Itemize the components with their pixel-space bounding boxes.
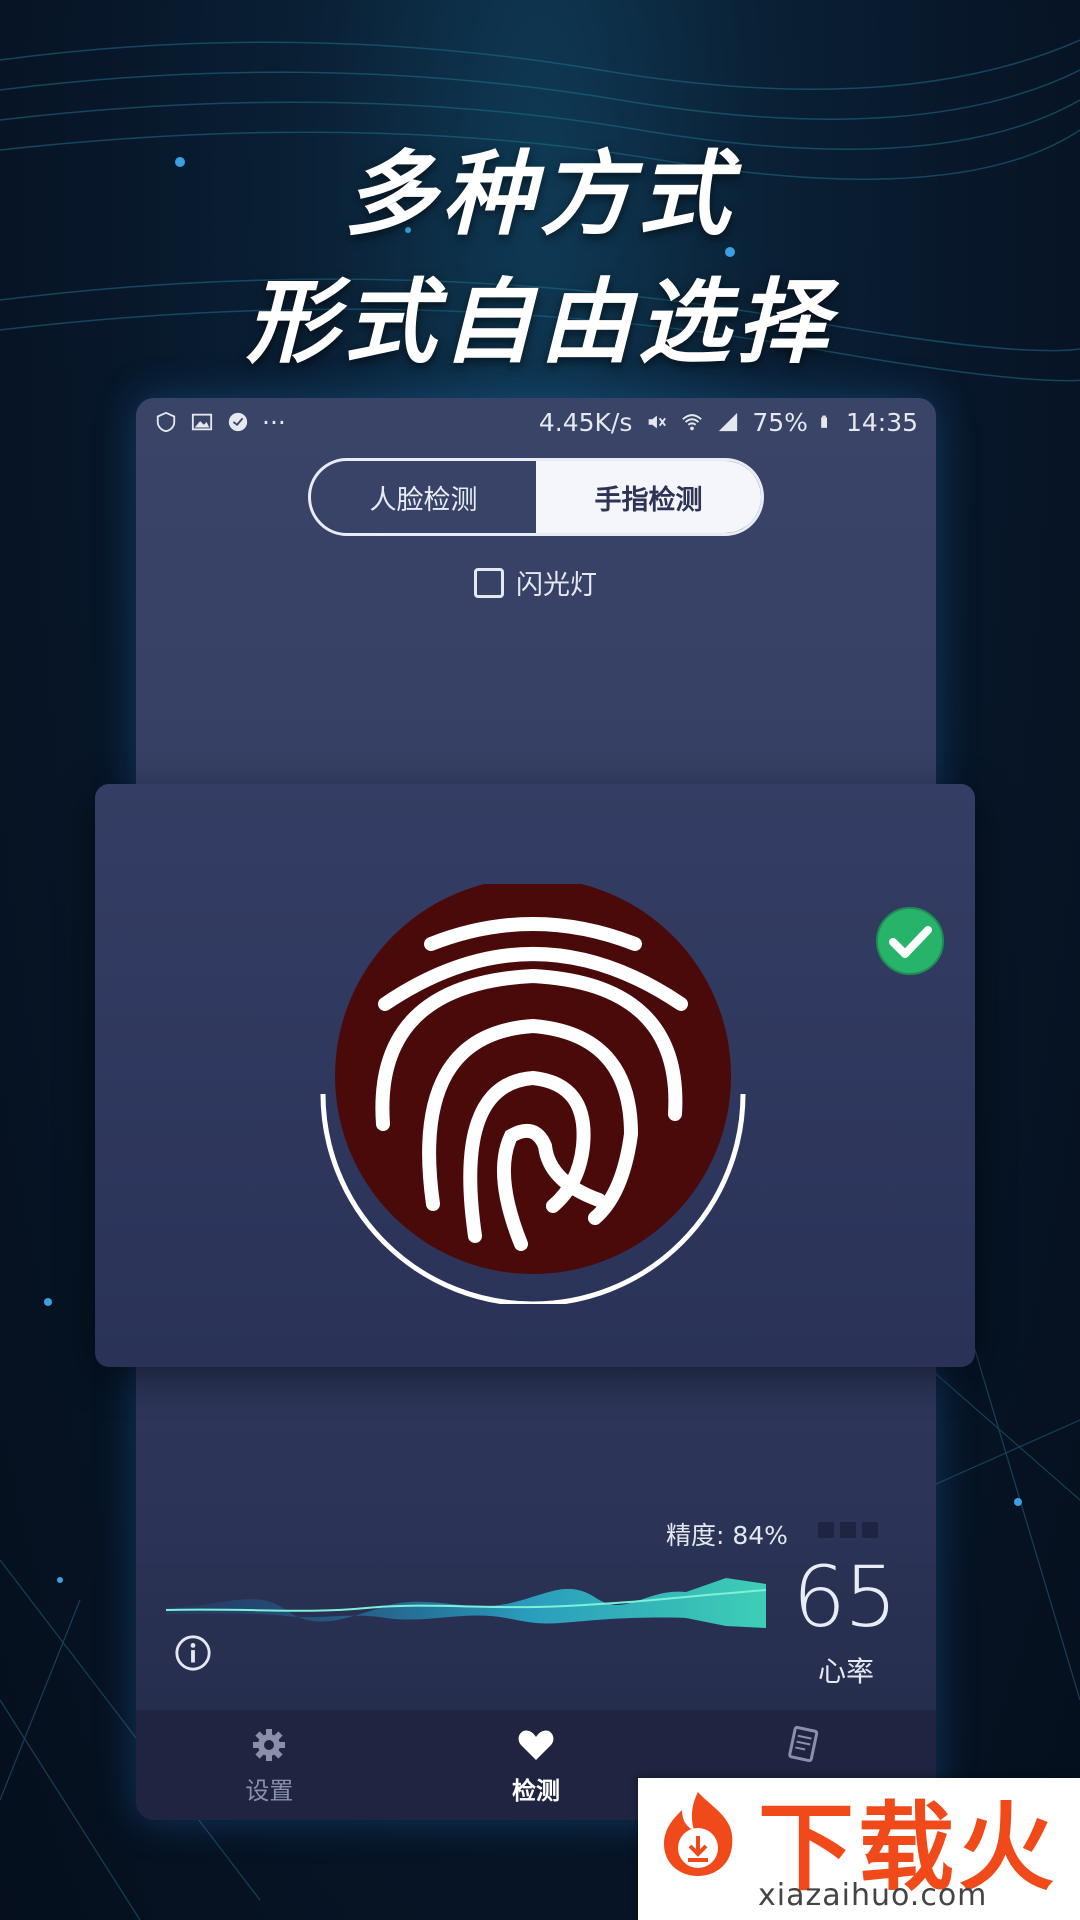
mode-toggle: 人脸检测 手指检测 bbox=[308, 458, 764, 536]
pulse-waveform bbox=[166, 1578, 766, 1628]
watermark-badge: 下载火 xiazaihuo.com bbox=[638, 1778, 1080, 1920]
accuracy-indicator bbox=[818, 1522, 878, 1538]
shield-icon bbox=[156, 411, 176, 433]
app-badge-icon bbox=[228, 412, 248, 432]
heart-icon bbox=[518, 1729, 554, 1760]
heart-rate-label: 心率 bbox=[817, 1655, 874, 1688]
nav-detect-label: 检测 bbox=[512, 1776, 560, 1805]
accuracy-label: 精度: 84% bbox=[666, 1521, 788, 1550]
flash-toggle[interactable]: 闪光灯 bbox=[474, 563, 597, 602]
wifi-icon bbox=[682, 414, 703, 431]
tab-finger-detect[interactable]: 手指检测 bbox=[536, 461, 761, 533]
records-icon bbox=[787, 1725, 818, 1762]
signal-icon bbox=[719, 412, 738, 432]
heart-rate-value: 65 bbox=[792, 1548, 898, 1646]
flash-checkbox[interactable] bbox=[474, 567, 504, 598]
clock: 14:35 bbox=[845, 407, 918, 437]
check-circle-icon bbox=[876, 907, 944, 975]
watermark-url: xiazaihuo.com bbox=[758, 1878, 988, 1913]
headline-line-1: 多种方式 bbox=[343, 141, 736, 248]
more-notifications: ··· bbox=[262, 407, 286, 437]
nav-settings[interactable]: 设置 bbox=[136, 1710, 403, 1820]
status-bar: ··· 4.45K/s 75% 14:35 bbox=[136, 398, 936, 446]
network-speed: 4.45K/s bbox=[538, 407, 633, 437]
gear-icon bbox=[253, 1728, 286, 1761]
image-icon bbox=[191, 413, 213, 431]
nav-settings-label: 设置 bbox=[245, 1776, 294, 1805]
flash-label: 闪光灯 bbox=[516, 570, 597, 601]
tab-face-detect[interactable]: 人脸检测 bbox=[311, 461, 536, 533]
headline-line-2: 形式自由选择 bbox=[245, 269, 834, 376]
battery-percent: 75% bbox=[752, 407, 808, 437]
mute-icon bbox=[649, 415, 667, 429]
fingerprint-icon[interactable] bbox=[313, 884, 753, 1304]
nav-detect[interactable]: 检测 bbox=[403, 1710, 670, 1820]
finger-scan-card bbox=[95, 784, 975, 1367]
info-icon[interactable] bbox=[174, 1634, 212, 1672]
battery-icon bbox=[821, 415, 827, 428]
flame-logo-icon bbox=[664, 1792, 733, 1876]
